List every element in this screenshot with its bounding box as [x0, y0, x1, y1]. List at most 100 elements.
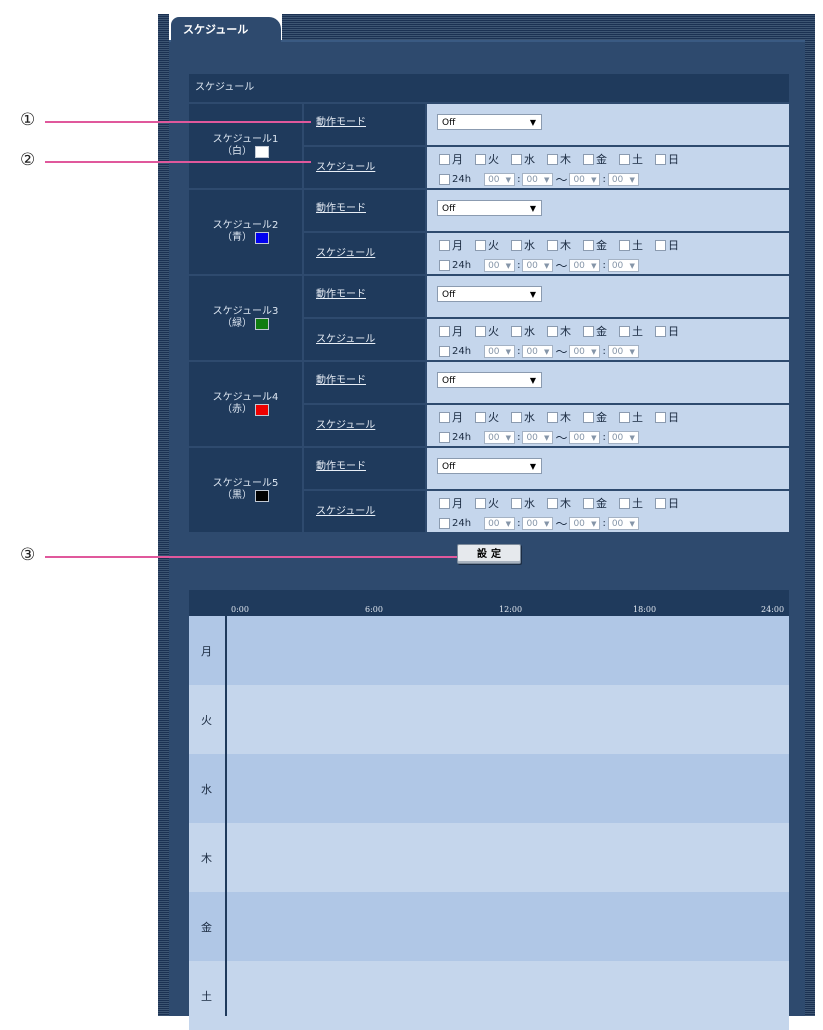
day-checkbox[interactable]	[511, 325, 522, 337]
start-minute-select[interactable]: 00 ▼	[522, 517, 554, 530]
start-minute-select[interactable]: 00 ▼	[522, 431, 554, 444]
mode-label-link[interactable]: 動作モード	[304, 448, 425, 489]
day-checkbox[interactable]	[583, 239, 594, 251]
mode-select[interactable]: Off ▼	[437, 372, 542, 388]
mode-select[interactable]: Off ▼	[437, 200, 542, 216]
day-option[interactable]: 金	[583, 323, 607, 339]
day-checkbox[interactable]	[547, 153, 558, 165]
day-option[interactable]: 水	[511, 495, 535, 511]
day-checkbox[interactable]	[511, 497, 522, 509]
day-option[interactable]: 火	[475, 495, 499, 511]
mode-select[interactable]: Off ▼	[437, 114, 542, 130]
day-option[interactable]: 土	[619, 151, 643, 167]
day-checkbox[interactable]	[511, 153, 522, 165]
day-option[interactable]: 金	[583, 495, 607, 511]
day-checkbox[interactable]	[439, 497, 450, 509]
day-checkbox[interactable]	[475, 411, 486, 423]
mode-select[interactable]: Off ▼	[437, 286, 542, 302]
end-minute-select[interactable]: 00 ▼	[607, 517, 639, 530]
start-hour-select[interactable]: 00 ▼	[484, 345, 516, 358]
start-hour-select[interactable]: 00 ▼	[484, 517, 516, 530]
schedule-label-link[interactable]: スケジュール	[304, 233, 425, 274]
day-option[interactable]: 月	[439, 495, 463, 511]
day-option[interactable]: 火	[475, 409, 499, 425]
day-checkbox[interactable]	[439, 239, 450, 251]
end-minute-select[interactable]: 00 ▼	[607, 173, 639, 186]
end-minute-select[interactable]: 00 ▼	[607, 259, 639, 272]
mode-select[interactable]: Off ▼	[437, 458, 542, 474]
day-option[interactable]: 日	[655, 409, 679, 425]
day-checkbox[interactable]	[619, 153, 630, 165]
day-checkbox[interactable]	[547, 239, 558, 251]
day-option[interactable]: 火	[475, 323, 499, 339]
start-minute-select[interactable]: 00 ▼	[522, 345, 554, 358]
schedule-label-link[interactable]: スケジュール	[304, 147, 425, 188]
end-hour-select[interactable]: 00 ▼	[569, 259, 601, 272]
day-checkbox[interactable]	[583, 153, 594, 165]
mode-label-link[interactable]: 動作モード	[304, 104, 425, 145]
end-minute-select[interactable]: 00 ▼	[607, 431, 639, 444]
start-hour-select[interactable]: 00 ▼	[484, 431, 516, 444]
set-button[interactable]: 設定	[457, 544, 521, 564]
h24-checkbox[interactable]	[439, 518, 450, 529]
end-hour-select[interactable]: 00 ▼	[569, 345, 601, 358]
day-option[interactable]: 日	[655, 495, 679, 511]
mode-label-link[interactable]: 動作モード	[304, 276, 425, 317]
h24-checkbox[interactable]	[439, 432, 450, 443]
day-option[interactable]: 水	[511, 323, 535, 339]
day-checkbox[interactable]	[655, 153, 666, 165]
day-checkbox[interactable]	[583, 325, 594, 337]
day-option[interactable]: 金	[583, 409, 607, 425]
day-option[interactable]: 木	[547, 409, 571, 425]
end-minute-select[interactable]: 00 ▼	[607, 345, 639, 358]
day-checkbox[interactable]	[439, 153, 450, 165]
day-checkbox[interactable]	[439, 411, 450, 423]
day-checkbox[interactable]	[655, 239, 666, 251]
end-hour-select[interactable]: 00 ▼	[569, 173, 601, 186]
mode-label-link[interactable]: 動作モード	[304, 190, 425, 231]
day-option[interactable]: 水	[511, 151, 535, 167]
day-checkbox[interactable]	[511, 239, 522, 251]
day-checkbox[interactable]	[619, 239, 630, 251]
day-option[interactable]: 火	[475, 237, 499, 253]
day-option[interactable]: 土	[619, 323, 643, 339]
day-checkbox[interactable]	[547, 497, 558, 509]
day-option[interactable]: 土	[619, 409, 643, 425]
day-option[interactable]: 金	[583, 237, 607, 253]
day-option[interactable]: 木	[547, 323, 571, 339]
day-checkbox[interactable]	[547, 325, 558, 337]
day-option[interactable]: 月	[439, 237, 463, 253]
start-minute-select[interactable]: 00 ▼	[522, 173, 554, 186]
start-hour-select[interactable]: 00 ▼	[484, 173, 516, 186]
day-checkbox[interactable]	[511, 411, 522, 423]
day-option[interactable]: 月	[439, 323, 463, 339]
h24-checkbox[interactable]	[439, 346, 450, 357]
day-checkbox[interactable]	[619, 411, 630, 423]
day-option[interactable]: 土	[619, 495, 643, 511]
day-checkbox[interactable]	[655, 325, 666, 337]
h24-checkbox[interactable]	[439, 260, 450, 271]
day-option[interactable]: 水	[511, 237, 535, 253]
mode-label-link[interactable]: 動作モード	[304, 362, 425, 403]
day-checkbox[interactable]	[655, 497, 666, 509]
h24-checkbox[interactable]	[439, 174, 450, 185]
start-hour-select[interactable]: 00 ▼	[484, 259, 516, 272]
day-checkbox[interactable]	[619, 325, 630, 337]
day-option[interactable]: 日	[655, 323, 679, 339]
end-hour-select[interactable]: 00 ▼	[569, 517, 601, 530]
day-checkbox[interactable]	[475, 497, 486, 509]
day-option[interactable]: 日	[655, 151, 679, 167]
day-checkbox[interactable]	[583, 411, 594, 423]
day-option[interactable]: 木	[547, 495, 571, 511]
day-checkbox[interactable]	[583, 497, 594, 509]
day-checkbox[interactable]	[475, 153, 486, 165]
day-option[interactable]: 月	[439, 409, 463, 425]
tab-schedule[interactable]: スケジュール	[171, 17, 281, 42]
day-checkbox[interactable]	[475, 239, 486, 251]
start-minute-select[interactable]: 00 ▼	[522, 259, 554, 272]
day-option[interactable]: 木	[547, 151, 571, 167]
day-checkbox[interactable]	[619, 497, 630, 509]
schedule-label-link[interactable]: スケジュール	[304, 491, 425, 532]
day-option[interactable]: 火	[475, 151, 499, 167]
day-option[interactable]: 日	[655, 237, 679, 253]
